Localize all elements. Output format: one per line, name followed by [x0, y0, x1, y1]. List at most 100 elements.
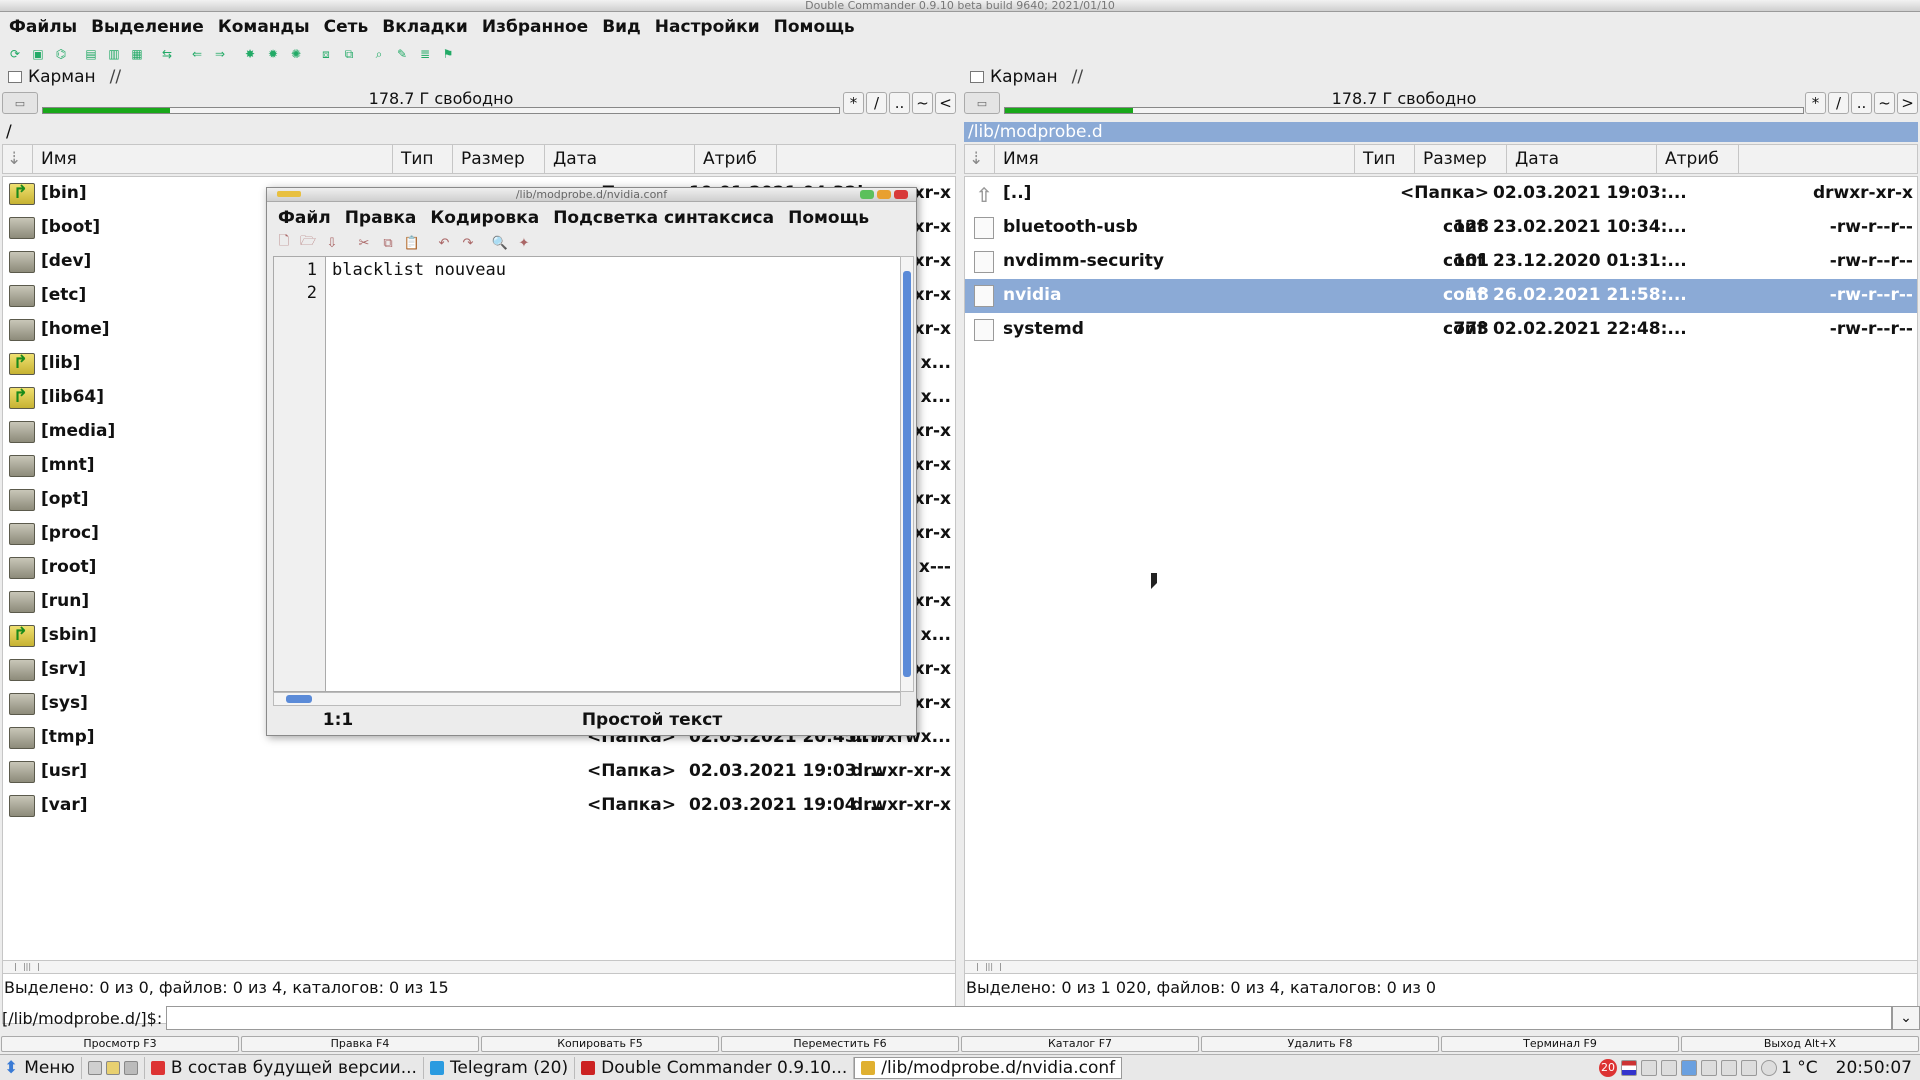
menu-item-2[interactable]: Команды — [211, 17, 317, 37]
command-input[interactable] — [166, 1006, 1892, 1030]
list-item[interactable]: bluetooth-usb conf 128 23.02.2021 10:34:...… — [965, 211, 1917, 245]
command-history-dropdown[interactable]: ⌄ — [1892, 1006, 1920, 1030]
menu-item-1[interactable]: Выделение — [84, 17, 211, 37]
taskbar-item-2[interactable]: Double Commander 0.9.10... — [575, 1056, 855, 1079]
view-icon[interactable]: ≣ — [414, 44, 436, 64]
editor-content[interactable]: blacklist nouveau — [332, 259, 506, 305]
list-item[interactable]: ⇧ [..] <Папка> 02.03.2021 19:03:... drwxr-xr… — [965, 177, 1917, 211]
columns-view-icon[interactable]: ▥ — [103, 44, 125, 64]
thumbnail-view-icon[interactable]: ▦ — [126, 44, 148, 64]
taskbar-item-0[interactable]: В состав будущей версии... — [145, 1056, 424, 1079]
editor-menu-item-4[interactable]: Помощь — [781, 208, 876, 228]
save-icon[interactable]: ⇩ — [321, 233, 343, 253]
menu-item-4[interactable]: Вкладки — [375, 17, 475, 37]
menu-item-6[interactable]: Вид — [595, 17, 648, 37]
right-column-Размер[interactable]: Размер — [1415, 145, 1507, 173]
paste-icon[interactable]: 📋 — [401, 233, 423, 253]
sync-dirs-icon[interactable]: ⇆ — [156, 44, 178, 64]
menu-item-8[interactable]: Помощь — [767, 17, 862, 37]
editor-horizontal-scrollbar[interactable] — [273, 692, 901, 706]
compare-icon[interactable]: ⧉ — [338, 44, 360, 64]
right-nav-button-4[interactable]: > — [1897, 92, 1918, 114]
list-item[interactable]: nvdimm-security conf 101 23.12.2020 01:31:.… — [965, 245, 1917, 279]
left-path-bar[interactable]: / — [2, 122, 956, 142]
left-column-Тип[interactable]: Тип — [393, 145, 453, 173]
editor-menu-item-0[interactable]: Файл — [271, 208, 338, 228]
left-nav-button-0[interactable]: * — [843, 92, 864, 114]
desktop-icon[interactable] — [123, 1060, 138, 1075]
fkey-button-3[interactable]: Переместить F6 — [721, 1036, 959, 1052]
left-column-Имя[interactable]: Имя — [33, 145, 393, 173]
volume-icon[interactable] — [1641, 1059, 1658, 1076]
right-drive-bar[interactable]: Карман // — [962, 66, 1920, 88]
list-item[interactable]: systemd conf 773 02.02.2021 22:48:... -rw-r-… — [965, 313, 1917, 347]
editor-text-area[interactable]: 12 blacklist nouveau — [273, 256, 901, 692]
right-column-Имя[interactable]: Имя — [995, 145, 1355, 173]
cut-icon[interactable]: ✂ — [353, 233, 375, 253]
maximize-button[interactable] — [877, 190, 891, 199]
brief-view-icon[interactable]: ▤ — [80, 44, 102, 64]
taskbar-item-3[interactable]: /lib/modprobe.d/nvidia.conf — [854, 1056, 1123, 1079]
right-path-bar[interactable]: /lib/modprobe.d — [964, 122, 1918, 142]
terminal-icon[interactable]: ▣ — [27, 44, 49, 64]
menu-item-0[interactable]: Файлы — [2, 17, 84, 37]
file-manager-icon[interactable] — [87, 1060, 102, 1075]
clock[interactable]: 20:50:07 — [1836, 1058, 1912, 1078]
right-nav-button-1[interactable]: / — [1828, 92, 1849, 114]
notification-badge[interactable]: 20 — [1599, 1058, 1618, 1077]
copy-path-right-icon[interactable]: ⇒ — [209, 44, 231, 64]
menu-item-3[interactable]: Сеть — [317, 17, 376, 37]
redo-icon[interactable]: ↷ — [457, 233, 479, 253]
pack-icon[interactable]: ✸ — [239, 44, 261, 64]
editor-vertical-scrollbar[interactable] — [900, 256, 914, 692]
fkey-button-6[interactable]: Терминал F9 — [1441, 1036, 1679, 1052]
taskbar-item-1[interactable]: Telegram (20) — [424, 1056, 576, 1079]
menu-item-7[interactable]: Настройки — [648, 17, 767, 37]
fkey-button-2[interactable]: Копировать F5 — [481, 1036, 719, 1052]
syntax-mode[interactable]: Простой текст — [403, 710, 901, 730]
left-nav-button-1[interactable]: / — [866, 92, 887, 114]
right-column-Дата[interactable]: Дата — [1507, 145, 1657, 173]
left-column-Дата[interactable]: Дата — [545, 145, 695, 173]
unpack-icon[interactable]: ✹ — [262, 44, 284, 64]
left-column-Размер[interactable]: Размер — [453, 145, 545, 173]
right-sort-icon[interactable]: ⇣ — [965, 145, 995, 173]
copy-icon[interactable]: ⧉ — [377, 233, 399, 253]
menu-item-5[interactable]: Избранное — [475, 17, 595, 37]
refresh-icon[interactable]: ⟳ — [4, 44, 26, 64]
left-nav-button-2[interactable]: .. — [889, 92, 910, 114]
memory-monitor-icon[interactable] — [1721, 1059, 1738, 1076]
code-line[interactable] — [332, 282, 506, 305]
search-icon[interactable]: ⌕ — [368, 44, 390, 64]
multi-rename-icon[interactable]: ⧈ — [315, 44, 337, 64]
undo-icon[interactable]: ↶ — [433, 233, 455, 253]
cpu-monitor-icon[interactable] — [1701, 1059, 1718, 1076]
left-column-Атриб[interactable]: Атриб — [695, 145, 777, 173]
new-file-icon[interactable]: 🗋 — [273, 233, 295, 253]
right-column-Атриб[interactable]: Атриб — [1657, 145, 1739, 173]
network-icon[interactable]: ⌬ — [50, 44, 72, 64]
editor-menu-item-2[interactable]: Кодировка — [423, 208, 546, 228]
editor-menu-item-3[interactable]: Подсветка синтаксиса — [546, 208, 781, 228]
bookmark-icon[interactable]: ⚑ — [437, 44, 459, 64]
left-drive-button[interactable]: ▭ — [2, 92, 38, 114]
editor-titlebar[interactable]: /lib/modprobe.d/nvidia.conf — [267, 188, 916, 202]
edit-icon[interactable]: ✎ — [391, 44, 413, 64]
right-column-Тип[interactable]: Тип — [1355, 145, 1415, 173]
clipboard-icon[interactable] — [1661, 1059, 1678, 1076]
keyboard-layout-icon[interactable] — [1621, 1059, 1638, 1076]
list-item[interactable]: [var] <Папка> 02.03.2021 19:04:... drwxr-xr… — [3, 789, 955, 823]
fkey-button-7[interactable]: Выход Alt+X — [1681, 1036, 1919, 1052]
left-nav-button-3[interactable]: ~ — [912, 92, 933, 114]
code-line[interactable]: blacklist nouveau — [332, 259, 506, 282]
right-horizontal-scrollbar[interactable]: ||| — [964, 960, 1918, 974]
start-menu-button[interactable]: ⬍ Меню — [0, 1056, 82, 1079]
left-nav-button-4[interactable]: < — [935, 92, 956, 114]
weather-icon[interactable] — [1761, 1059, 1778, 1076]
fkey-button-4[interactable]: Каталог F7 — [961, 1036, 1199, 1052]
right-nav-button-2[interactable]: .. — [1851, 92, 1872, 114]
search-icon[interactable] — [105, 1060, 120, 1075]
window-menu-icon[interactable] — [277, 191, 301, 197]
minimize-button[interactable] — [860, 190, 874, 199]
left-horizontal-scrollbar[interactable]: ||| — [2, 960, 956, 974]
